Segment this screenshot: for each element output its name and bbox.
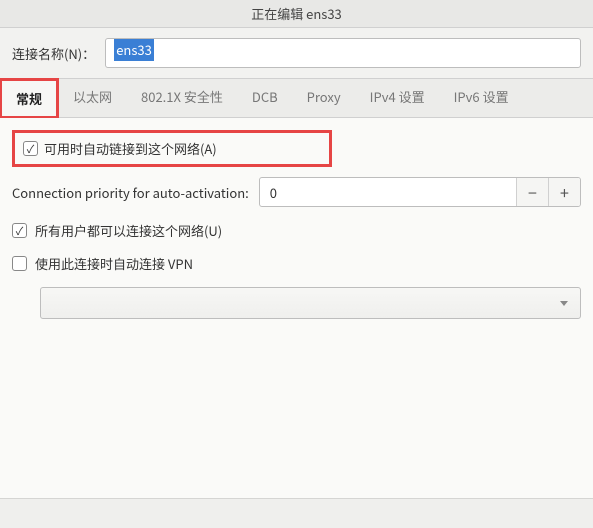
highlight-auto-connect-row: 可用时自动链接到这个网络(A) <box>12 130 332 167</box>
tab-proxy[interactable]: Proxy <box>293 79 356 117</box>
auto-connect-checkbox[interactable] <box>23 141 38 156</box>
window-titlebar: 正在编辑 ens33 <box>0 0 593 28</box>
priority-label: Connection priority for auto-activation: <box>12 183 249 202</box>
tab-ethernet[interactable]: 以太网 <box>59 79 127 117</box>
all-users-row: 所有用户都可以连接这个网络(U) <box>12 221 581 240</box>
connection-name-value: ens33 <box>114 39 154 61</box>
tab-ipv4[interactable]: IPv4 设置 <box>356 79 440 117</box>
tab-content-general: 可用时自动链接到这个网络(A) Connection priority for … <box>0 118 593 498</box>
tab-dcb[interactable]: DCB <box>238 79 293 117</box>
edit-connection-window: 正在编辑 ens33 连接名称(N)： ens33 常规 以太网 802.1X … <box>0 0 593 528</box>
priority-decrement-button[interactable]: − <box>516 178 548 206</box>
priority-row: Connection priority for auto-activation:… <box>12 177 581 207</box>
priority-spinner[interactable]: 0 − + <box>259 177 581 207</box>
window-title: 正在编辑 ens33 <box>251 4 342 23</box>
auto-vpn-label: 使用此连接时自动连接 VPN <box>35 254 193 273</box>
auto-connect-label: 可用时自动链接到这个网络(A) <box>44 139 217 158</box>
connection-name-input[interactable]: ens33 <box>105 38 581 68</box>
all-users-checkbox[interactable] <box>12 223 27 238</box>
window-footer <box>0 498 593 528</box>
tab-ipv6[interactable]: IPv6 设置 <box>440 79 524 117</box>
all-users-label: 所有用户都可以连接这个网络(U) <box>35 221 222 240</box>
connection-name-row: 连接名称(N)： ens33 <box>0 28 593 78</box>
priority-value[interactable]: 0 <box>260 178 516 206</box>
vpn-select <box>40 287 581 319</box>
auto-vpn-row: 使用此连接时自动连接 VPN <box>12 254 581 273</box>
auto-vpn-checkbox[interactable] <box>12 256 27 271</box>
connection-name-label: 连接名称(N)： <box>12 44 95 63</box>
tab-bar: 常规 以太网 802.1X 安全性 DCB Proxy IPv4 设置 IPv6… <box>0 78 593 118</box>
tab-general[interactable]: 常规 <box>2 81 56 116</box>
priority-increment-button[interactable]: + <box>548 178 580 206</box>
highlight-tab-general: 常规 <box>0 78 59 118</box>
chevron-down-icon <box>560 301 568 306</box>
tab-8021x-security[interactable]: 802.1X 安全性 <box>127 79 238 117</box>
